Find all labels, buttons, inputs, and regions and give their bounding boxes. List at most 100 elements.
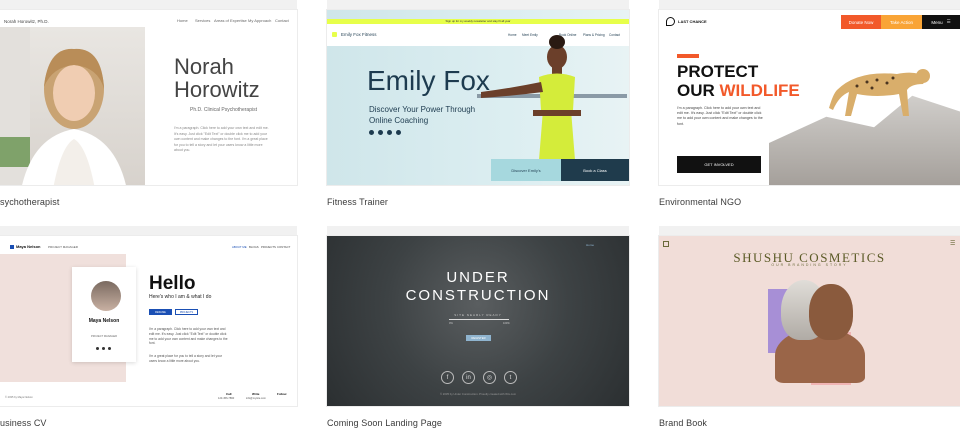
hamburger-icon: ☰ <box>946 19 951 24</box>
progress-end: 100% <box>503 322 510 325</box>
nav-blogs: BLOGS <box>249 245 259 249</box>
hero-last-name: Horowitz <box>174 77 260 102</box>
card-top-strip <box>0 226 297 236</box>
facebook-icon[interactable] <box>96 347 99 350</box>
title-line-1: UNDER <box>446 269 510 286</box>
portrait-illustration <box>0 27 126 185</box>
hamburger-icon[interactable]: ☰ <box>950 240 955 247</box>
template-caption[interactable]: Environmental NGO <box>659 197 741 207</box>
template-thumbnail-coming-soon[interactable]: Home UNDER CONSTRUCTION SITE NEARLY READ… <box>327 236 629 406</box>
profile-card: Maya Nelson PROJECT MANAGER <box>72 267 136 362</box>
footer-write-label: Write <box>252 392 260 396</box>
footer-call-value: 123-456-7890 <box>218 397 235 400</box>
linkedin-icon[interactable]: in <box>462 371 475 384</box>
progress-start: 0% <box>449 322 453 325</box>
nav-services: Services <box>195 18 211 23</box>
menu-button[interactable]: Menu ☰ <box>922 15 960 29</box>
template-thumbnail-brand-book[interactable]: ☰ SHUSHU COSMETICS OUR BRANDING STORY <box>659 236 960 406</box>
footer-text: © 2035 by Under Construction. Proudly cr… <box>439 392 517 396</box>
template-gallery: Norah Horowitz, Ph.D. Home Services Area… <box>0 0 960 435</box>
nav-contact: Contact <box>275 18 289 23</box>
instagram-icon[interactable] <box>387 130 392 135</box>
template-thumbnail-fitness-trainer[interactable]: Sign up for my weekly newsletter and sta… <box>327 10 629 185</box>
footer-call-label: Call <box>226 392 232 396</box>
hello-heading: Hello <box>149 273 196 294</box>
nav-home: Home <box>177 18 188 23</box>
nav-home: Home <box>586 243 595 247</box>
footer-follow-label: Follow <box>277 392 287 396</box>
copyright: © 2035 by Maya Nelson <box>5 396 33 399</box>
logo-icon <box>332 32 337 37</box>
card-top-strip <box>327 226 629 236</box>
logo-icon <box>663 241 669 247</box>
hero-paragraph: I'm a paragraph. Click here to add your … <box>174 126 269 152</box>
discover-button[interactable]: Discover Emily's <box>491 159 561 181</box>
instagram-icon[interactable]: ◎ <box>483 371 496 384</box>
social-links <box>369 130 401 135</box>
title-line-2: CONSTRUCTION <box>405 287 551 304</box>
role-tag: PROJECT MANAGER <box>48 245 78 249</box>
headline-line-2: OUR WILDLIFE <box>677 82 800 100</box>
facebook-icon[interactable] <box>369 130 374 135</box>
facebook-icon[interactable]: f <box>441 371 454 384</box>
nav-approach: My Approach <box>248 18 272 23</box>
linkedin-icon[interactable] <box>108 347 111 350</box>
card-top-strip <box>327 0 629 10</box>
template-thumbnail-business-cv[interactable]: Maya Nelson PROJECT MANAGER ABOUT ME BLO… <box>0 236 297 406</box>
hero-subtitle: Discover Your Power Through Online Coach… <box>369 105 476 125</box>
headline-wildlife: WILDLIFE <box>719 81 800 100</box>
book-class-button[interactable]: Book a Class <box>561 159 629 181</box>
nav-contact: CONTACT <box>277 245 291 249</box>
donate-button[interactable]: Donate Now <box>841 15 881 29</box>
hero-name: Emily Fox <box>367 65 490 96</box>
logo-square-icon <box>10 245 14 249</box>
card-name: Maya Nelson <box>88 318 120 324</box>
youtube-icon[interactable] <box>396 130 401 135</box>
twitter-icon[interactable] <box>378 130 383 135</box>
template-caption[interactable]: Brand Book <box>659 418 707 428</box>
model-face <box>809 284 853 340</box>
card-top-strip <box>659 0 960 10</box>
projects-button[interactable]: PROJECTS <box>175 309 198 315</box>
menu-label: Menu <box>931 19 943 25</box>
resume-button[interactable]: RESUME <box>149 309 172 315</box>
nav-about: ABOUT ME <box>232 245 247 249</box>
about-paragraph-2: I'm a great place for you to tell a stor… <box>149 354 223 363</box>
site-brand: LAST CHANCE <box>678 19 707 24</box>
template-caption[interactable]: sychotherapist <box>0 197 59 207</box>
site-brand: Emily Fox Fitness <box>341 32 377 37</box>
progress-bar <box>449 319 509 320</box>
card-top-strip <box>659 226 960 236</box>
cheetah-illustration <box>829 69 930 116</box>
nav-projects: PROJECTS <box>261 245 276 249</box>
get-involved-button[interactable]: GET INVOLVED <box>677 156 761 173</box>
footer-write-value: info@mysite.com <box>246 397 266 400</box>
template-thumbnail-psychotherapist[interactable]: Norah Horowitz, Ph.D. Home Services Area… <box>0 10 297 185</box>
headline-line-1: PROTECT <box>677 62 759 81</box>
hero-paragraph: I'm a paragraph. Click here to add your … <box>677 106 763 126</box>
portrait-photo <box>0 27 145 185</box>
heart-logo-icon <box>666 17 675 26</box>
register-button[interactable]: REGISTER <box>466 335 491 341</box>
thumbnail-background <box>327 236 629 406</box>
site-brand: Maya Nelson <box>16 244 41 249</box>
headline-our: OUR <box>677 81 720 100</box>
template-caption[interactable]: Coming Soon Landing Page <box>327 418 442 428</box>
card-top-strip <box>0 0 297 10</box>
site-brand: Norah Horowitz, Ph.D. <box>4 19 49 24</box>
twitter-icon[interactable] <box>102 347 105 350</box>
hello-subtitle: Here's who I am & what I do <box>149 294 212 300</box>
template-thumbnail-environmental-ngo[interactable]: LAST CHANCE Donate Now Take Action Menu … <box>659 10 960 185</box>
avatar <box>91 281 121 311</box>
take-action-button[interactable]: Take Action <box>881 15 922 29</box>
twitter-icon[interactable]: t <box>504 371 517 384</box>
brand-subtitle: OUR BRANDING STORY <box>771 263 848 267</box>
card-role: PROJECT MANAGER <box>91 335 117 338</box>
tagline: SITE NEARLY READY <box>454 313 502 317</box>
about-paragraph: I'm a paragraph. Click here to add your … <box>149 327 228 346</box>
card-socials <box>96 347 111 350</box>
hero-subtitle: Ph.D. Clinical Psychotherapist <box>190 107 257 113</box>
accent-bar <box>677 54 699 58</box>
template-caption[interactable]: Fitness Trainer <box>327 197 388 207</box>
template-caption[interactable]: usiness CV <box>0 418 47 428</box>
